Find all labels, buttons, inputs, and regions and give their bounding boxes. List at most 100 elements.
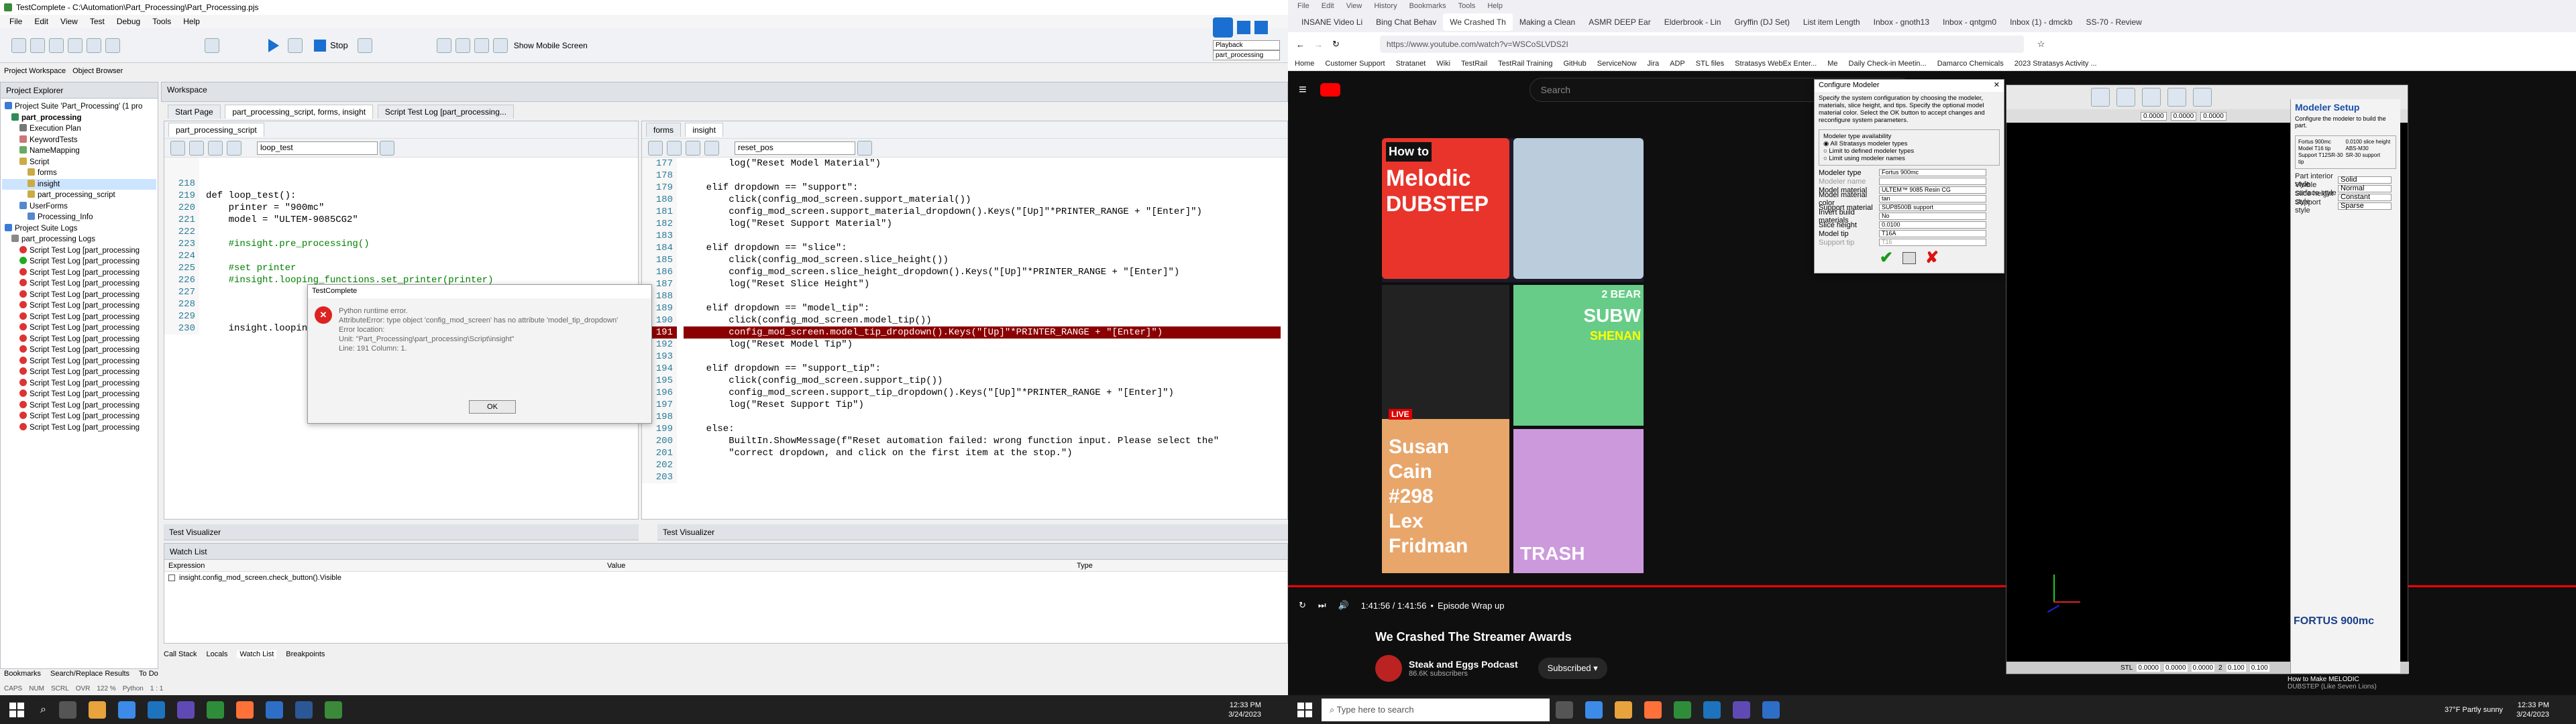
cancel-x-icon[interactable]: ✘ — [1925, 248, 1939, 267]
comment-button[interactable] — [170, 140, 185, 156]
goto-button[interactable] — [380, 140, 394, 156]
tree-item[interactable]: forms — [2, 168, 156, 179]
channel-name[interactable]: Steak and Eggs Podcast — [1409, 659, 1518, 670]
testcomplete-icon[interactable] — [324, 701, 342, 719]
step-into-button[interactable] — [474, 38, 489, 53]
bookmark[interactable]: GitHub — [1563, 60, 1586, 68]
code-line[interactable]: elif dropdown == "model_tip": — [684, 302, 1281, 314]
code-line[interactable] — [206, 250, 533, 262]
excel-icon[interactable] — [206, 701, 224, 719]
menu-help[interactable]: Help — [1487, 2, 1503, 10]
side-video[interactable]: How to Make MELODIC DUBSTEP (Like Seven … — [2288, 676, 2408, 695]
ok-button[interactable]: OK — [469, 400, 516, 414]
log-item[interactable]: Script Test Log [part_processing — [2, 334, 156, 345]
windows-start-icon[interactable] — [1297, 702, 1312, 717]
word-icon[interactable] — [294, 701, 313, 719]
code-line[interactable]: log("Reset Support Tip") — [684, 399, 1281, 411]
col-expression[interactable]: Expression — [164, 562, 607, 570]
bookmark[interactable]: Me — [1827, 60, 1837, 68]
thumb-lex[interactable]: LIVE Susan Cain #298 Lex Fridman — [1382, 285, 1509, 573]
windows-start-icon[interactable] — [9, 702, 24, 717]
volume-icon[interactable]: 🔊 — [1338, 600, 1349, 611]
video-grid[interactable]: How to Melodic DUBSTEP — [1382, 138, 1644, 282]
bookmark[interactable]: Damarco Chemicals — [1937, 60, 2004, 68]
model-tip-select[interactable]: T16A — [1879, 230, 1986, 237]
new-button[interactable] — [11, 38, 26, 53]
tree-item[interactable]: part_processing_script — [2, 190, 156, 201]
back-button[interactable] — [208, 140, 223, 156]
code-line[interactable]: def loop_test(): — [206, 190, 533, 202]
firefox-icon[interactable] — [235, 701, 254, 719]
log-item[interactable]: Script Test Log [part_processing — [2, 312, 156, 323]
search-icon[interactable]: ⌕ — [40, 704, 46, 716]
tab-breakpoints[interactable]: Breakpoints — [286, 650, 325, 658]
coord-z[interactable]: 0.0000 — [2200, 111, 2226, 121]
forward-button[interactable] — [704, 140, 719, 156]
next-icon[interactable]: ⏭ — [1318, 600, 1326, 611]
menu-tools[interactable]: Tools — [152, 17, 171, 26]
bookmark[interactable]: Daily Check-in Meetin... — [1849, 60, 1927, 68]
tab-watch-list[interactable]: Watch List — [237, 650, 277, 658]
menu-debug[interactable]: Debug — [117, 17, 140, 26]
browser-tab[interactable]: List item Length — [1796, 13, 1867, 31]
browser-tab[interactable]: Inbox - qntgm0 — [1936, 13, 2003, 31]
stop-icon[interactable] — [1254, 21, 1268, 34]
support-material-select[interactable]: SUP8500B support — [1879, 204, 1986, 211]
code-line[interactable]: click(config_mod_screen.model_tip()) — [684, 314, 1281, 326]
bookmark[interactable]: Stratanet — [1396, 60, 1426, 68]
browser-tab[interactable]: ASMR DEEP Ear — [1582, 13, 1657, 31]
invert-materials-select[interactable]: No — [1879, 213, 1986, 220]
browser-tab[interactable]: INSANE Video Li — [1295, 13, 1369, 31]
browser-tab[interactable]: Inbox (1) - dmckb — [2003, 13, 2079, 31]
log-item[interactable]: Script Test Log [part_processing — [2, 367, 156, 378]
tree-item[interactable]: part_processing — [2, 113, 156, 124]
model-color-select[interactable]: tan — [1879, 195, 1986, 202]
stop-label[interactable]: Stop — [330, 40, 348, 50]
code-line[interactable] — [206, 178, 533, 190]
outlook-icon[interactable] — [147, 701, 165, 719]
tab-insight[interactable]: insight — [685, 123, 724, 137]
code-line[interactable]: printer = "900mc" — [206, 202, 533, 214]
vscode-icon[interactable] — [265, 701, 283, 719]
cut-button[interactable] — [68, 38, 83, 53]
chrome-icon[interactable] — [117, 701, 136, 719]
code-line[interactable]: config_mod_screen.support_tip_dropdown()… — [684, 387, 1281, 399]
code-area[interactable]: log("Reset Model Material") elif dropdow… — [677, 158, 1281, 483]
log-item[interactable]: Script Test Log [part_processing — [2, 322, 156, 334]
code-line[interactable] — [684, 230, 1281, 242]
tree-item[interactable]: Script — [2, 157, 156, 168]
log-item[interactable]: Script Test Log [part_processing — [2, 356, 156, 367]
code-line[interactable]: config_mod_screen.slice_height_dropdown(… — [684, 266, 1281, 278]
slice-style-select[interactable]: Constant — [2338, 194, 2392, 201]
editor-tab[interactable]: part_processing_script — [168, 123, 264, 137]
tree-item[interactable]: Execution Plan — [2, 123, 156, 135]
code-line[interactable]: "correct dropdown, and click on the firs… — [684, 447, 1281, 459]
bookmark[interactable]: Home — [1295, 60, 1314, 68]
excel-icon[interactable] — [1674, 701, 1691, 719]
thumb-portrait[interactable] — [1513, 138, 1644, 279]
taskbar-search[interactable]: ⌕ Type here to search — [1322, 698, 1550, 721]
tree-item[interactable]: Project Suite 'Part_Processing' (1 pro — [2, 101, 156, 113]
tree-item[interactable]: Project Suite Logs — [2, 223, 156, 235]
thumb-trash[interactable]: TRASH — [1513, 429, 1644, 573]
watch-row[interactable]: insight.config_mod_screen.check_button()… — [164, 572, 1287, 584]
indent-button[interactable] — [189, 140, 204, 156]
debug-button[interactable] — [357, 38, 372, 53]
interior-style-select[interactable]: Solid — [2338, 176, 2392, 184]
code-line[interactable]: log("Reset Slice Height") — [684, 278, 1281, 290]
tab-todo[interactable]: To Do — [139, 670, 158, 678]
browser-tab[interactable]: Elderbrook - Lin — [1658, 13, 1728, 31]
log-item[interactable]: Script Test Log [part_processing — [2, 389, 156, 400]
code-line[interactable]: else: — [684, 423, 1281, 435]
bookmark[interactable]: Stratasys WebEx Enter... — [1735, 60, 1817, 68]
tree-item[interactable]: KeywordTests — [2, 135, 156, 146]
bookmark[interactable]: TestRail — [1461, 60, 1487, 68]
menu-bookmarks[interactable]: Bookmarks — [1409, 2, 1446, 10]
code-line[interactable]: log("Reset Model Tip") — [684, 339, 1281, 351]
subscribed-button[interactable]: Subscribed ▾ — [1538, 658, 1607, 679]
comment-button[interactable] — [648, 140, 663, 156]
code-line[interactable]: elif dropdown == "support_tip": — [684, 363, 1281, 375]
menu-test[interactable]: Test — [90, 17, 105, 26]
code-line[interactable]: model = "ULTEM-9085CG2" — [206, 214, 533, 226]
browser-tab[interactable]: Making a Clean — [1513, 13, 1582, 31]
